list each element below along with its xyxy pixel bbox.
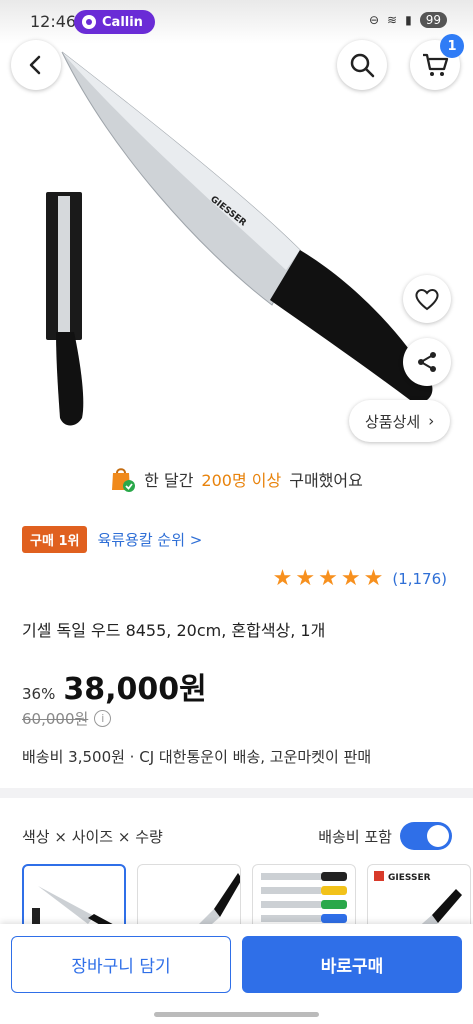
knife-illustration: GIESSER xyxy=(46,51,433,426)
status-bar: 12:46 Callin ⊖ ≋ ▮ 99 xyxy=(0,0,473,44)
star-icon: ★ xyxy=(295,566,316,591)
home-indicator[interactable] xyxy=(154,1012,319,1017)
notice-suffix: 구매했어요 xyxy=(289,471,363,490)
battery-icon: 99 xyxy=(419,12,447,28)
signal-icon: ▮ xyxy=(405,13,412,27)
category-rank-link[interactable]: 육류용칼 순위 > xyxy=(97,529,202,550)
record-icon xyxy=(82,15,96,29)
back-button[interactable] xyxy=(11,40,61,90)
rating-row[interactable]: ★ ★ ★ ★ ★ (1,176) xyxy=(273,568,447,590)
thumb-brand: GIESSER xyxy=(388,873,431,883)
bottom-action-bar: 장바구니 담기 바로구매 xyxy=(0,924,473,1024)
option-row: 색상 × 사이즈 × 수량 배송비 포함 xyxy=(22,822,452,850)
cart-button[interactable]: 1 xyxy=(410,34,464,90)
original-price-row: 60,000원 i xyxy=(22,708,112,729)
shipping-info: 배송비 3,500원 · CJ 대한통운이 배송, 고운마켓이 판매 xyxy=(22,748,372,766)
original-price: 60,000원 xyxy=(22,710,89,728)
product-detail-button[interactable]: 상품상세 › xyxy=(349,400,451,442)
search-button[interactable] xyxy=(337,40,387,90)
wifi-icon: ≋ xyxy=(387,13,398,27)
product-title: 기셀 독일 우드 8455, 20cm, 혼합색상, 1개 xyxy=(22,621,326,640)
rank-row: 구매 1위 육류용칼 순위 > xyxy=(22,526,202,553)
chevron-right-icon: › xyxy=(428,412,435,430)
rank-badge: 구매 1위 xyxy=(22,526,88,553)
callin-label: Callin xyxy=(102,14,143,30)
star-icon: ★ xyxy=(318,566,338,591)
price-row: 36% 38,000원 xyxy=(22,664,207,708)
sale-price: 38,000원 xyxy=(63,672,207,707)
dnd-icon: ⊖ xyxy=(368,13,380,27)
free-shipping-label: 배송비 포함 xyxy=(318,827,392,846)
review-count[interactable]: (1,176) xyxy=(392,570,447,588)
shopping-bag-icon xyxy=(110,465,136,493)
section-divider xyxy=(0,788,473,798)
status-time: 12:46 xyxy=(30,12,77,31)
star-icon: ★ xyxy=(363,566,384,591)
buy-now-button[interactable]: 바로구매 xyxy=(242,936,462,993)
product-image[interactable]: GIESSER xyxy=(0,0,473,455)
product-detail-label: 상품상세 xyxy=(365,412,421,431)
purchase-notice: 한 달간 200명 이상 구매했어요 xyxy=(0,465,473,493)
cart-count-badge: 1 xyxy=(440,34,464,58)
callin-indicator[interactable]: Callin xyxy=(74,10,155,34)
star-icon: ★ xyxy=(340,566,361,591)
share-icon xyxy=(418,352,436,372)
search-icon xyxy=(350,53,375,78)
status-icons: ⊖ ≋ ▮ 99 xyxy=(369,12,447,28)
info-icon[interactable]: i xyxy=(94,710,112,727)
notice-prefix: 한 달간 xyxy=(144,471,194,490)
share-button[interactable] xyxy=(403,338,451,386)
wishlist-button[interactable] xyxy=(403,275,451,323)
chevron-left-icon xyxy=(29,55,41,75)
free-shipping-filter[interactable]: 배송비 포함 xyxy=(318,822,452,850)
add-to-cart-button[interactable]: 장바구니 담기 xyxy=(11,936,231,993)
notice-highlight: 200명 이상 xyxy=(201,471,282,490)
heart-icon xyxy=(415,289,439,311)
free-shipping-toggle[interactable] xyxy=(400,822,452,850)
discount-rate: 36% xyxy=(22,685,56,703)
option-label: 색상 × 사이즈 × 수량 xyxy=(22,827,163,846)
star-icon: ★ xyxy=(272,566,293,591)
